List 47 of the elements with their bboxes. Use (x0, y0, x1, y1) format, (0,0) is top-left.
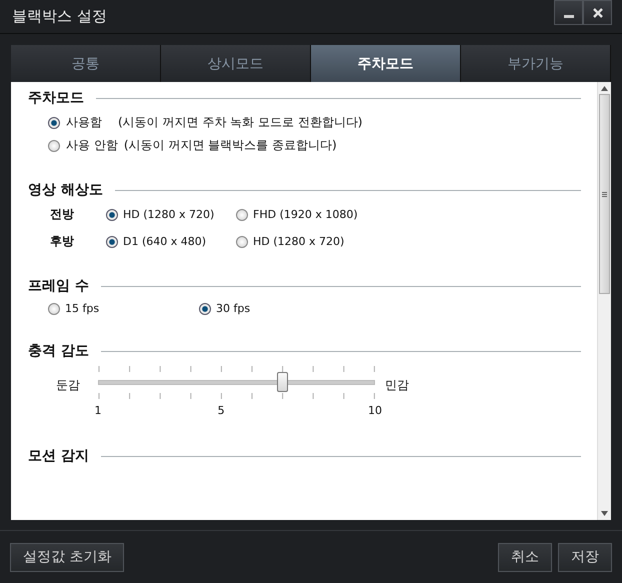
option-label: FHD (1920 x 1080) (253, 208, 358, 221)
option-label: 사용 안함 (66, 137, 118, 154)
slider-thumb[interactable] (277, 372, 288, 392)
section-title: 영상 해상도 (28, 181, 103, 199)
radio-button[interactable] (236, 208, 248, 220)
min-label: 둔감 (56, 377, 80, 394)
radio-button[interactable] (106, 236, 118, 248)
tick-label: 10 (368, 404, 382, 417)
radio-button[interactable] (199, 302, 211, 314)
radio-button[interactable] (48, 116, 60, 128)
max-label: 민감 (385, 377, 410, 394)
tab[interactable]: 상시모드 (161, 45, 311, 82)
option-label: HD (1280 x 720) (253, 235, 344, 248)
tab[interactable]: 부가기능 (461, 45, 611, 82)
save-button[interactable]: 저장 (558, 542, 612, 572)
section-title: 프레임 수 (28, 277, 89, 295)
close-icon (592, 6, 604, 18)
option-label: 사용함 (66, 114, 103, 131)
window-title: 블랙박스 설정 (12, 7, 107, 26)
option-note: (시동이 꺼지면 주차 녹화 모드로 전환합니다) (118, 114, 362, 131)
tab[interactable]: 공통 (11, 45, 161, 82)
scroll-down-icon[interactable] (601, 511, 608, 516)
scrollbar[interactable] (597, 82, 611, 520)
option-label: 30 fps (216, 302, 250, 315)
section-title: 주차모드 (28, 89, 84, 107)
reset-button[interactable]: 설정값 초기화 (10, 542, 124, 572)
radio-button[interactable] (106, 208, 118, 220)
section-title: 모션 감지 (28, 447, 89, 465)
minimize-icon (564, 15, 574, 18)
radio-button[interactable] (48, 140, 60, 152)
tab[interactable]: 주차모드 (311, 45, 461, 82)
radio-button[interactable] (48, 302, 60, 314)
option-note: (시동이 꺼지면 블랙박스를 종료합니다) (124, 137, 337, 154)
close-button[interactable] (583, 0, 612, 25)
option-label: D1 (640 x 480) (123, 235, 206, 248)
radio-button[interactable] (236, 236, 248, 248)
scrollbar-thumb[interactable] (599, 94, 610, 294)
row-label: 후방 (50, 233, 75, 250)
tick-label: 1 (94, 404, 102, 417)
option-label: 15 fps (65, 302, 100, 315)
section-title: 충격 감도 (28, 342, 89, 360)
minimize-button[interactable] (554, 0, 583, 25)
tick-label: 5 (218, 404, 225, 417)
row-label: 전방 (50, 206, 75, 223)
cancel-button[interactable]: 취소 (498, 542, 552, 572)
scroll-up-icon[interactable] (601, 86, 608, 91)
option-label: HD (1280 x 720) (123, 208, 214, 221)
